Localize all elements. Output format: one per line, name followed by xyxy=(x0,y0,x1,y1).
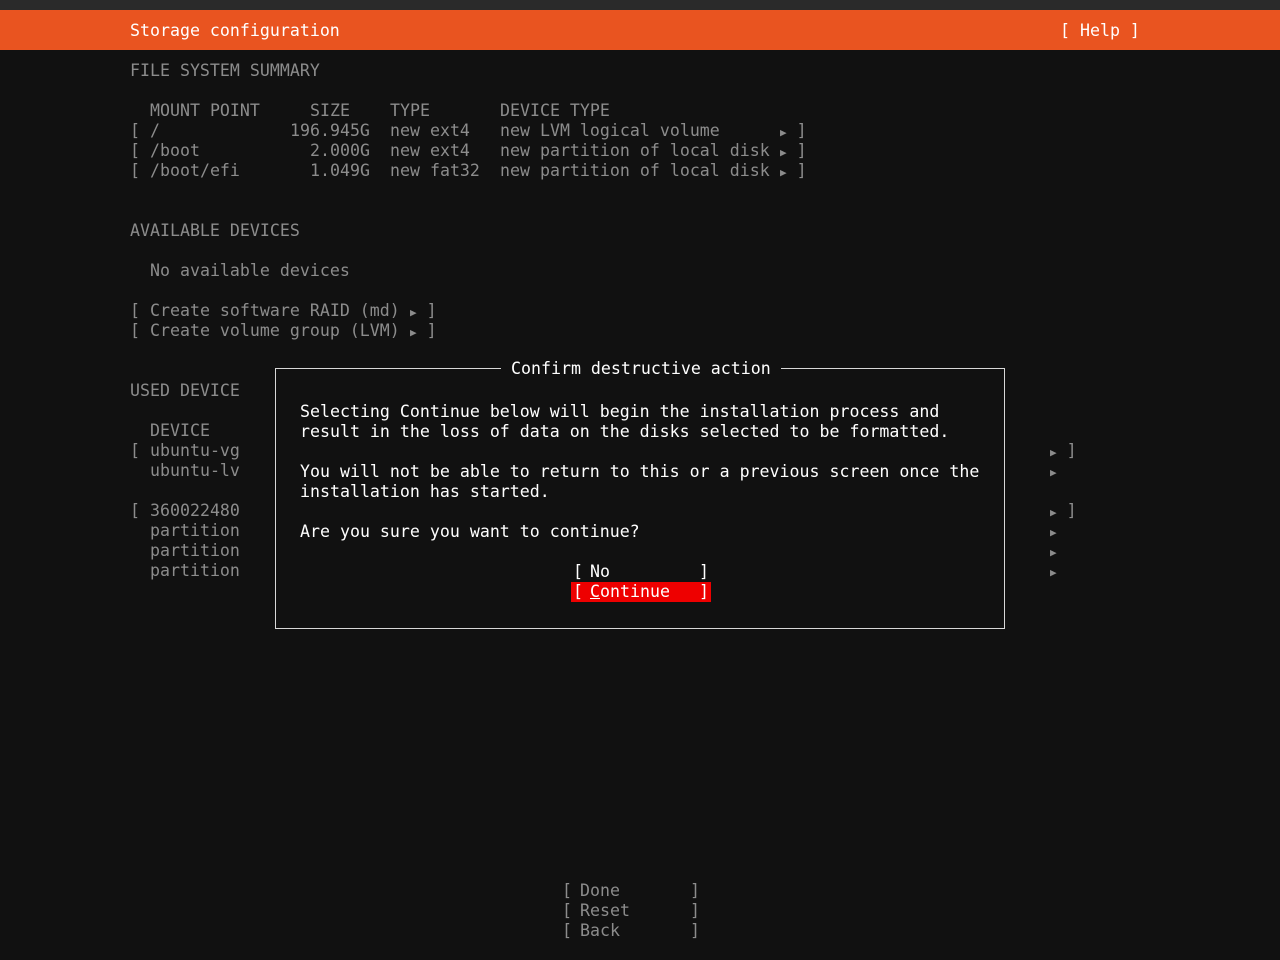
top-strip xyxy=(0,0,1280,10)
device-type: new partition of local disk xyxy=(500,161,770,180)
device-type: new partition of local disk xyxy=(500,141,770,160)
used-device-row: ubuntu-lv xyxy=(150,461,240,480)
column-mount-point: MOUNT POINT xyxy=(150,101,260,120)
size: 1.049G xyxy=(310,161,370,180)
create-raid-label: Create software RAID (md) xyxy=(150,301,400,320)
used-row-bracket: [ xyxy=(130,441,140,460)
dialog-text-line: You will not be able to return to this o… xyxy=(300,462,980,481)
used-device-row: partition xyxy=(150,541,240,560)
fs-type: new ext4 xyxy=(390,141,470,160)
chevron-right-icon: ▶ ] xyxy=(410,301,437,320)
used-device-row: partition xyxy=(150,561,240,580)
fs-type: new ext4 xyxy=(390,121,470,140)
used-device-row[interactable]: ubuntu-vg xyxy=(150,441,240,461)
chevron-right-icon: ▶ ] xyxy=(1050,501,1077,520)
help-button[interactable]: [ Help ] xyxy=(1060,21,1140,41)
dialog-title: Confirm destructive action xyxy=(501,359,781,379)
no-button-label: No xyxy=(590,562,610,581)
device-type: new LVM logical volume xyxy=(500,121,720,140)
mount-point: / xyxy=(150,121,160,140)
chevron-right-icon: ▶ xyxy=(1050,526,1057,539)
row-bracket-open: [ xyxy=(130,161,140,180)
column-device: DEVICE xyxy=(150,421,210,440)
column-size: SIZE xyxy=(310,101,350,120)
header-bar: Storage configuration [ Help ] xyxy=(0,10,1280,50)
confirm-dialog: Confirm destructive action Selecting Con… xyxy=(275,359,1005,629)
done-label: Done xyxy=(580,881,620,900)
reset-label: Reset xyxy=(580,901,630,920)
available-devices-heading: AVAILABLE DEVICES xyxy=(130,221,300,240)
chevron-right-icon: ▶ xyxy=(1050,546,1057,559)
continue-button[interactable]: [ Continue ] xyxy=(571,582,711,602)
dialog-question: Are you sure you want to continue? xyxy=(300,522,640,541)
row-bracket-open: [ xyxy=(130,121,140,140)
used-devices-heading: USED DEVICE xyxy=(130,381,240,400)
row-arrow-icon: ▶ ] xyxy=(780,141,807,160)
continue-button-label: Continue xyxy=(590,582,670,601)
row-arrow-icon: ▶ ] xyxy=(780,121,807,140)
column-device-type: DEVICE TYPE xyxy=(500,101,610,120)
page-title: Storage configuration xyxy=(130,21,340,40)
size: 196.945G xyxy=(290,121,370,140)
no-devices-text: No available devices xyxy=(150,261,350,280)
used-device-row[interactable]: 360022480 xyxy=(150,501,240,521)
column-type: TYPE xyxy=(390,101,430,120)
dialog-text-line: installation has started. xyxy=(300,482,550,501)
row-bracket-open: [ xyxy=(130,141,140,160)
chevron-right-icon: ▶ ] xyxy=(1050,441,1077,460)
chevron-right-icon: ▶ ] xyxy=(410,321,437,340)
create-lvm-label: Create volume group (LVM) xyxy=(150,321,400,340)
fs-type: new fat32 xyxy=(390,161,480,180)
chevron-right-icon: ▶ xyxy=(1050,566,1057,579)
dialog-text-line: result in the loss of data on the disks … xyxy=(300,422,950,441)
chevron-right-icon: ▶ xyxy=(1050,466,1057,479)
used-device-row: partition xyxy=(150,521,240,540)
back-label: Back xyxy=(580,921,620,940)
used-row-bracket: [ xyxy=(130,501,140,520)
dialog-text-line: Selecting Continue below will begin the … xyxy=(300,402,940,421)
size: 2.000G xyxy=(310,141,370,160)
mount-point: /boot/efi xyxy=(150,161,240,180)
row-arrow-icon: ▶ ] xyxy=(780,161,807,180)
filesystem-summary-heading: FILE SYSTEM SUMMARY xyxy=(130,61,320,80)
mount-point: /boot xyxy=(150,141,200,160)
